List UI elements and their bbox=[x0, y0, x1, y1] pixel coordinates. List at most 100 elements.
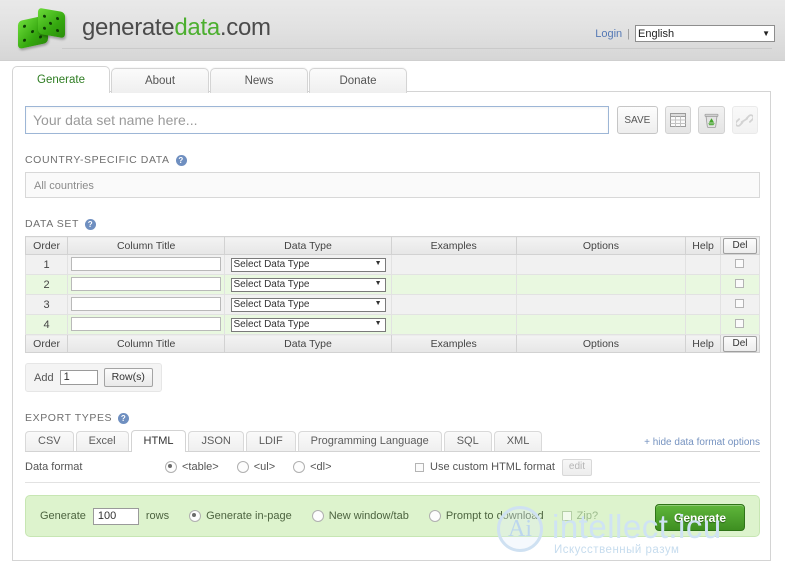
format-option-table-label: <table> bbox=[182, 461, 219, 473]
header-utility-area: Login | English ▼ bbox=[595, 25, 775, 42]
column-title-input[interactable] bbox=[71, 257, 222, 272]
data-type-select[interactable]: Select Data Type ▼ bbox=[230, 257, 386, 272]
column-title-input[interactable] bbox=[71, 277, 222, 292]
data-type-value: Select Data Type bbox=[233, 259, 310, 270]
export-tab-sql[interactable]: SQL bbox=[443, 431, 492, 451]
data-type-select[interactable]: Select Data Type ▼ bbox=[230, 277, 386, 292]
row-examples bbox=[390, 274, 517, 295]
row-examples bbox=[390, 294, 517, 315]
add-rows-button[interactable]: Row(s) bbox=[103, 368, 153, 387]
col-options: Options bbox=[515, 236, 687, 255]
language-select[interactable]: English ▼ bbox=[635, 25, 775, 42]
zip-option[interactable]: Zip? bbox=[561, 510, 598, 522]
add-rows-input[interactable] bbox=[59, 370, 98, 385]
row-options bbox=[515, 274, 687, 295]
utility-separator: | bbox=[627, 27, 630, 40]
export-tab-excel[interactable]: Excel bbox=[75, 431, 129, 451]
col-help: Help bbox=[685, 236, 721, 255]
grid-table-icon[interactable] bbox=[664, 106, 692, 134]
help-icon[interactable]: ? bbox=[175, 154, 187, 166]
row-delete-checkbox[interactable] bbox=[735, 298, 745, 308]
format-option-dl[interactable]: <dl> bbox=[293, 461, 332, 473]
country-select-field[interactable]: All countries bbox=[25, 172, 760, 198]
export-tab-html[interactable]: HTML bbox=[130, 430, 187, 452]
save-button[interactable]: SAVE bbox=[616, 106, 658, 134]
dataset-name-row: SAVE bbox=[25, 106, 759, 134]
col-options-footer: Options bbox=[515, 334, 687, 353]
generate-option-prompt-download[interactable]: Prompt to download bbox=[428, 510, 544, 522]
export-tab-csv[interactable]: CSV bbox=[25, 431, 74, 451]
row-order: 3 bbox=[24, 294, 69, 315]
tab-about[interactable]: About bbox=[111, 68, 209, 93]
row-delete-checkbox[interactable] bbox=[735, 278, 745, 288]
generate-option-in-page[interactable]: Generate in-page bbox=[189, 510, 292, 522]
brand-part-1: generate bbox=[82, 14, 175, 41]
delete-selected-button-top[interactable]: Del bbox=[722, 237, 757, 254]
hide-data-format-options-link[interactable]: + hide data format options bbox=[644, 437, 760, 448]
header-divider bbox=[62, 48, 772, 49]
section-divider bbox=[25, 482, 760, 483]
export-heading-label: EXPORT TYPES bbox=[25, 412, 113, 424]
tab-news[interactable]: News bbox=[210, 68, 308, 93]
delete-selected-button-bottom[interactable]: Del bbox=[722, 335, 757, 352]
chevron-down-icon: ▼ bbox=[374, 279, 382, 287]
generate-rows-suffix: rows bbox=[145, 510, 170, 522]
col-order-footer: Order bbox=[24, 334, 69, 353]
tab-donate[interactable]: Donate bbox=[309, 68, 407, 93]
format-option-ul[interactable]: <ul> bbox=[236, 461, 276, 473]
table-row: 4 Select Data Type ▼ bbox=[24, 314, 761, 335]
format-option-table[interactable]: <table> bbox=[165, 461, 219, 473]
row-examples bbox=[390, 314, 517, 335]
data-type-value: Select Data Type bbox=[233, 299, 310, 310]
row-help[interactable] bbox=[685, 314, 721, 335]
country-select-value: All countries bbox=[34, 180, 94, 192]
generate-rows-input[interactable] bbox=[92, 507, 139, 525]
export-tab-ldif[interactable]: LDIF bbox=[245, 431, 296, 451]
site-logo[interactable]: generatedata.com bbox=[18, 7, 271, 50]
export-tab-xml[interactable]: XML bbox=[493, 431, 543, 451]
custom-html-format-control: Use custom HTML format edit bbox=[415, 458, 593, 476]
login-link[interactable]: Login bbox=[595, 28, 622, 40]
export-section-heading: EXPORT TYPES ? bbox=[25, 412, 758, 424]
radio-icon bbox=[311, 510, 324, 522]
data-type-select[interactable]: Select Data Type ▼ bbox=[230, 297, 386, 312]
recycle-bin-icon[interactable] bbox=[698, 106, 725, 134]
radio-icon bbox=[189, 510, 202, 522]
col-del: Del bbox=[719, 236, 761, 255]
chevron-down-icon: ▼ bbox=[374, 259, 382, 267]
column-title-input[interactable] bbox=[71, 297, 222, 312]
format-option-dl-label: <dl> bbox=[310, 461, 332, 473]
format-option-ul-label: <ul> bbox=[253, 461, 276, 473]
help-icon[interactable]: ? bbox=[85, 218, 97, 230]
col-order: Order bbox=[24, 236, 69, 255]
dataset-name-input[interactable] bbox=[25, 106, 609, 134]
row-help[interactable] bbox=[685, 254, 721, 275]
chevron-down-icon: ▼ bbox=[374, 299, 382, 307]
add-rows-prefix: Add bbox=[34, 371, 54, 384]
help-icon[interactable]: ? bbox=[118, 412, 130, 424]
row-delete-checkbox[interactable] bbox=[735, 318, 745, 328]
export-type-tabs: CSV Excel HTML JSON LDIF Programming Lan… bbox=[25, 429, 760, 452]
generate-bar: Generate rows Generate in-page New windo… bbox=[25, 495, 760, 537]
radio-icon bbox=[236, 461, 249, 473]
export-tab-json[interactable]: JSON bbox=[188, 431, 244, 451]
data-type-select[interactable]: Select Data Type ▼ bbox=[230, 317, 386, 332]
row-help[interactable] bbox=[685, 294, 721, 315]
brand-wordmark: generatedata.com bbox=[82, 14, 271, 42]
custom-html-format-checkbox[interactable] bbox=[415, 462, 424, 472]
column-title-input[interactable] bbox=[71, 317, 222, 332]
generate-option-new-window[interactable]: New window/tab bbox=[311, 510, 409, 522]
row-help[interactable] bbox=[685, 274, 721, 295]
dataset-heading-label: DATA SET bbox=[25, 218, 80, 230]
export-tab-programming-language[interactable]: Programming Language bbox=[297, 431, 442, 451]
tab-generate[interactable]: Generate bbox=[12, 66, 110, 93]
row-order: 4 bbox=[24, 314, 69, 335]
generate-button[interactable]: Generate bbox=[655, 504, 745, 531]
radio-icon bbox=[428, 510, 441, 522]
dataset-table: Order Column Title Data Type Examples Op… bbox=[24, 236, 761, 353]
row-delete-checkbox[interactable] bbox=[735, 258, 745, 268]
generate-option-prompt-download-label: Prompt to download bbox=[445, 510, 544, 522]
link-chain-icon bbox=[731, 106, 759, 134]
radio-icon bbox=[165, 461, 177, 473]
table-row: 3 Select Data Type ▼ bbox=[24, 294, 761, 315]
